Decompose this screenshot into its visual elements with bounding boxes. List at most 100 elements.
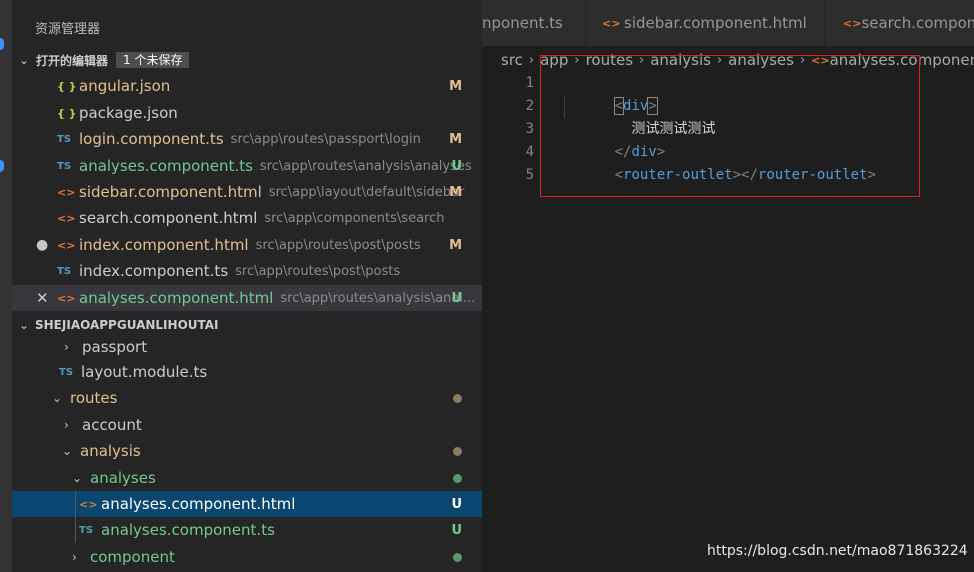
json-file-icon: { } bbox=[57, 106, 77, 120]
folder-name: routes bbox=[70, 389, 118, 407]
open-editor-item[interactable]: <> search.component.html src\app\compone… bbox=[12, 205, 482, 231]
open-editor-item[interactable]: { } angular.json M bbox=[12, 73, 482, 99]
project-title: SHEJIAOAPPGUANLIHOUTAI bbox=[35, 318, 219, 332]
tab-search-component-html[interactable]: <> search.compone bbox=[825, 0, 974, 46]
json-file-icon: { } bbox=[57, 79, 77, 93]
file-name: analyses.component.ts bbox=[79, 157, 253, 175]
git-status: M bbox=[449, 78, 462, 94]
line-number: 1 bbox=[525, 75, 534, 91]
tab-label: sidebar.component.html bbox=[624, 14, 807, 32]
activity-bar-edge bbox=[0, 0, 12, 572]
git-status: U bbox=[451, 158, 462, 174]
untracked-dot-icon bbox=[453, 473, 462, 483]
project-folder-header[interactable]: ⌄ SHEJIAOAPPGUANLIHOUTAI bbox=[12, 315, 482, 335]
tree-item-folder[interactable]: › component bbox=[12, 544, 482, 570]
breadcrumb-item[interactable]: src bbox=[501, 51, 523, 69]
file-name: layout.module.ts bbox=[81, 363, 208, 381]
file-name: index.component.ts bbox=[79, 262, 229, 280]
chevron-down-icon: ⌄ bbox=[52, 391, 63, 405]
git-status: M bbox=[449, 237, 462, 253]
git-status: M bbox=[449, 184, 462, 200]
html-file-icon: <> bbox=[843, 16, 862, 30]
modified-dot-icon bbox=[453, 393, 462, 403]
tree-item-folder[interactable]: › account bbox=[12, 412, 482, 438]
tree-item-file[interactable]: TS analyses.component.ts U bbox=[12, 517, 482, 543]
file-path: src\app\layout\default\sidebar bbox=[268, 184, 465, 200]
file-name: analyses.component.ts bbox=[101, 521, 275, 539]
git-status: U bbox=[451, 496, 462, 512]
editor-tabs: nponent.ts <> sidebar.component.html <> … bbox=[482, 0, 974, 46]
html-file-icon: <> bbox=[79, 497, 98, 511]
folder-name: component bbox=[90, 548, 175, 566]
file-name: analyses.component.html bbox=[79, 289, 274, 307]
tree-item-folder[interactable]: ⌄ routes bbox=[12, 385, 482, 411]
file-name: angular.json bbox=[79, 77, 171, 95]
typescript-file-icon: TS bbox=[57, 133, 72, 145]
file-name: login.component.ts bbox=[79, 130, 224, 148]
modified-dot-icon bbox=[453, 446, 462, 456]
explorer-title: 资源管理器 bbox=[35, 22, 101, 37]
git-status: U bbox=[451, 290, 462, 306]
file-name: index.component.html bbox=[79, 236, 249, 254]
html-file-icon: <> bbox=[57, 291, 76, 305]
folder-name: analyses bbox=[90, 469, 156, 487]
open-editor-item-active[interactable]: ✕ <> analyses.component.html src\app\rou… bbox=[12, 285, 482, 311]
folder-name: account bbox=[82, 416, 142, 434]
folder-name: passport bbox=[82, 338, 148, 356]
open-editor-item[interactable]: ● <> index.component.html src\app\routes… bbox=[12, 232, 482, 258]
typescript-file-icon: TS bbox=[57, 160, 72, 172]
tab-label: nponent.ts bbox=[482, 14, 563, 32]
file-path: src\app\routes\passport\login bbox=[230, 131, 421, 147]
line-number: 2 bbox=[525, 98, 534, 114]
tab-component-ts[interactable]: nponent.ts bbox=[482, 0, 586, 46]
chevron-right-icon: › bbox=[72, 550, 77, 564]
line-number: 4 bbox=[525, 144, 534, 160]
annotation-highlight-box bbox=[540, 55, 920, 197]
tree-item-folder[interactable]: ⌄ analyses bbox=[12, 465, 482, 491]
html-file-icon: <> bbox=[602, 16, 621, 30]
explorer-sidebar: 资源管理器 ⌄ 打开的编辑器 1 个未保存 { } angular.json M… bbox=[12, 0, 482, 572]
activity-indicator bbox=[0, 38, 4, 50]
file-path: src\app\routes\analysis\analyses bbox=[259, 158, 472, 174]
chevron-down-icon: ⌄ bbox=[72, 471, 83, 485]
open-editors-header[interactable]: ⌄ 打开的编辑器 1 个未保存 bbox=[12, 50, 482, 70]
tree-item-file-selected[interactable]: <> analyses.component.html U bbox=[12, 491, 482, 517]
chevron-right-icon: › bbox=[64, 418, 69, 432]
html-file-icon: <> bbox=[57, 211, 76, 225]
html-file-icon: <> bbox=[57, 185, 76, 199]
file-name: analyses.component.html bbox=[101, 495, 296, 513]
git-status: U bbox=[451, 522, 462, 538]
typescript-file-icon: TS bbox=[57, 265, 72, 277]
chevron-right-icon: › bbox=[528, 52, 535, 68]
unsaved-dot-icon[interactable]: ● bbox=[36, 237, 48, 253]
file-path: src\app\routes\post\posts bbox=[235, 263, 401, 279]
line-number: 3 bbox=[525, 121, 534, 137]
close-icon[interactable]: ✕ bbox=[36, 289, 49, 307]
open-editor-item[interactable]: TS analyses.component.ts src\app\routes\… bbox=[12, 153, 482, 179]
typescript-file-icon: TS bbox=[79, 524, 94, 536]
tree-item-folder[interactable]: ⌄ analysis bbox=[12, 438, 482, 464]
activity-indicator bbox=[0, 160, 4, 172]
line-number-gutter: 1 2 3 4 5 bbox=[482, 72, 534, 187]
tab-sidebar-component-html[interactable]: <> sidebar.component.html bbox=[586, 0, 825, 46]
git-status: M bbox=[449, 131, 462, 147]
file-path: src\app\components\search bbox=[264, 210, 445, 226]
file-name: sidebar.component.html bbox=[79, 183, 262, 201]
open-editor-item[interactable]: { } package.json bbox=[12, 100, 482, 126]
open-editor-item[interactable]: TS login.component.ts src\app\routes\pas… bbox=[12, 126, 482, 152]
line-number: 5 bbox=[525, 167, 534, 183]
chevron-down-icon: ⌄ bbox=[19, 53, 29, 67]
tree-item-file[interactable]: TS layout.module.ts bbox=[12, 359, 482, 385]
typescript-file-icon: TS bbox=[59, 366, 74, 378]
file-name: package.json bbox=[79, 104, 178, 122]
tree-item-folder[interactable]: › passport bbox=[12, 334, 482, 360]
watermark: https://blog.csdn.net/mao871863224 bbox=[707, 543, 968, 559]
chevron-down-icon: ⌄ bbox=[19, 318, 29, 332]
open-editor-item[interactable]: TS index.component.ts src\app\routes\pos… bbox=[12, 258, 482, 284]
open-editor-item[interactable]: <> sidebar.component.html src\app\layout… bbox=[12, 179, 482, 205]
file-path: src\app\routes\analysis\anal... bbox=[280, 290, 476, 306]
html-file-icon: <> bbox=[57, 238, 76, 252]
chevron-right-icon: › bbox=[64, 340, 69, 354]
folder-name: analysis bbox=[80, 442, 141, 460]
open-editors-title: 打开的编辑器 bbox=[36, 53, 109, 68]
